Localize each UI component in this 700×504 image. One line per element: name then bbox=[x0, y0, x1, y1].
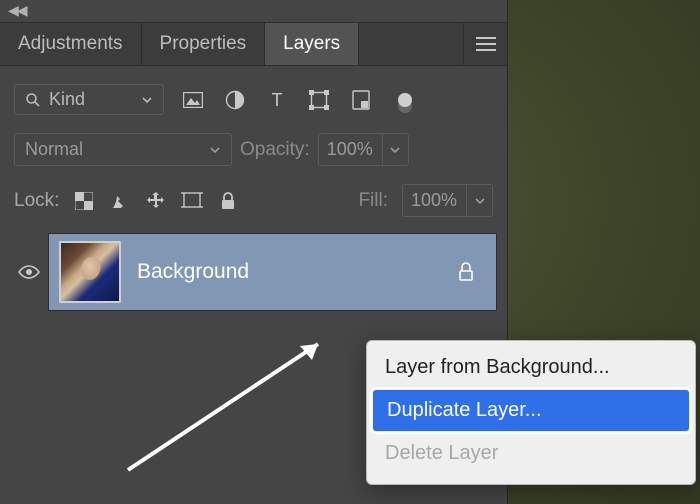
lock-image-icon[interactable] bbox=[109, 190, 131, 212]
filter-kind-label: Kind bbox=[49, 89, 85, 110]
fill-label: Fill: bbox=[358, 190, 388, 212]
blend-mode-value: Normal bbox=[25, 139, 83, 160]
opacity-input[interactable]: 100% bbox=[318, 133, 383, 166]
lock-position-icon[interactable] bbox=[145, 190, 167, 212]
layer-name[interactable]: Background bbox=[137, 260, 458, 284]
lock-row: Lock: Fill: 100% bbox=[0, 174, 507, 231]
fill-input[interactable]: 100% bbox=[402, 184, 467, 217]
chevron-down-icon bbox=[389, 144, 401, 156]
filter-shape-icon[interactable] bbox=[308, 89, 330, 111]
layer-filter-row: Kind T bbox=[0, 66, 507, 125]
chevron-down-icon bbox=[474, 195, 486, 207]
layers-list: Background bbox=[0, 231, 507, 311]
filter-adjustment-icon[interactable] bbox=[224, 89, 246, 111]
layer-locked-icon[interactable] bbox=[458, 262, 474, 282]
filter-toggle[interactable] bbox=[398, 93, 412, 107]
menu-duplicate-layer[interactable]: Duplicate Layer... bbox=[373, 390, 689, 431]
chevron-down-icon bbox=[209, 144, 221, 156]
layer-thumbnail[interactable] bbox=[59, 241, 121, 303]
svg-text:T: T bbox=[272, 91, 283, 109]
tab-layers[interactable]: Layers bbox=[265, 23, 359, 65]
tab-adjustments[interactable]: Adjustments bbox=[0, 23, 142, 65]
lock-transparency-icon[interactable] bbox=[73, 190, 95, 212]
lock-label: Lock: bbox=[14, 190, 59, 212]
eye-icon bbox=[17, 264, 41, 280]
blend-mode-dropdown[interactable]: Normal bbox=[14, 133, 232, 166]
blend-row: Normal Opacity: 100% bbox=[0, 125, 507, 174]
tab-properties[interactable]: Properties bbox=[142, 23, 266, 65]
fill-stepper[interactable] bbox=[467, 184, 493, 217]
search-icon bbox=[25, 92, 41, 108]
layer-row-background[interactable]: Background bbox=[48, 233, 497, 311]
chevron-down-icon bbox=[141, 94, 153, 106]
panel-tabs: Adjustments Properties Layers bbox=[0, 22, 507, 66]
filter-kind-dropdown[interactable]: Kind bbox=[14, 84, 164, 115]
opacity-stepper[interactable] bbox=[383, 133, 409, 166]
panel-menu-button[interactable] bbox=[463, 23, 507, 65]
panel-collapse-button[interactable]: ◀◀ bbox=[0, 0, 507, 22]
lock-icon bbox=[458, 262, 474, 282]
hamburger-icon bbox=[476, 37, 496, 51]
filter-type-icons: T bbox=[182, 89, 412, 111]
layer-visibility-toggle[interactable] bbox=[14, 233, 44, 311]
lock-artboard-icon[interactable] bbox=[181, 190, 203, 212]
filter-smartobject-icon[interactable] bbox=[350, 89, 372, 111]
filter-pixel-icon[interactable] bbox=[182, 89, 204, 111]
menu-delete-layer: Delete Layer bbox=[367, 433, 695, 474]
menu-layer-from-background[interactable]: Layer from Background... bbox=[367, 347, 695, 388]
opacity-label: Opacity: bbox=[240, 139, 310, 161]
filter-type-text-icon[interactable]: T bbox=[266, 89, 288, 111]
lock-all-icon[interactable] bbox=[217, 190, 239, 212]
layer-context-menu: Layer from Background... Duplicate Layer… bbox=[366, 340, 696, 485]
